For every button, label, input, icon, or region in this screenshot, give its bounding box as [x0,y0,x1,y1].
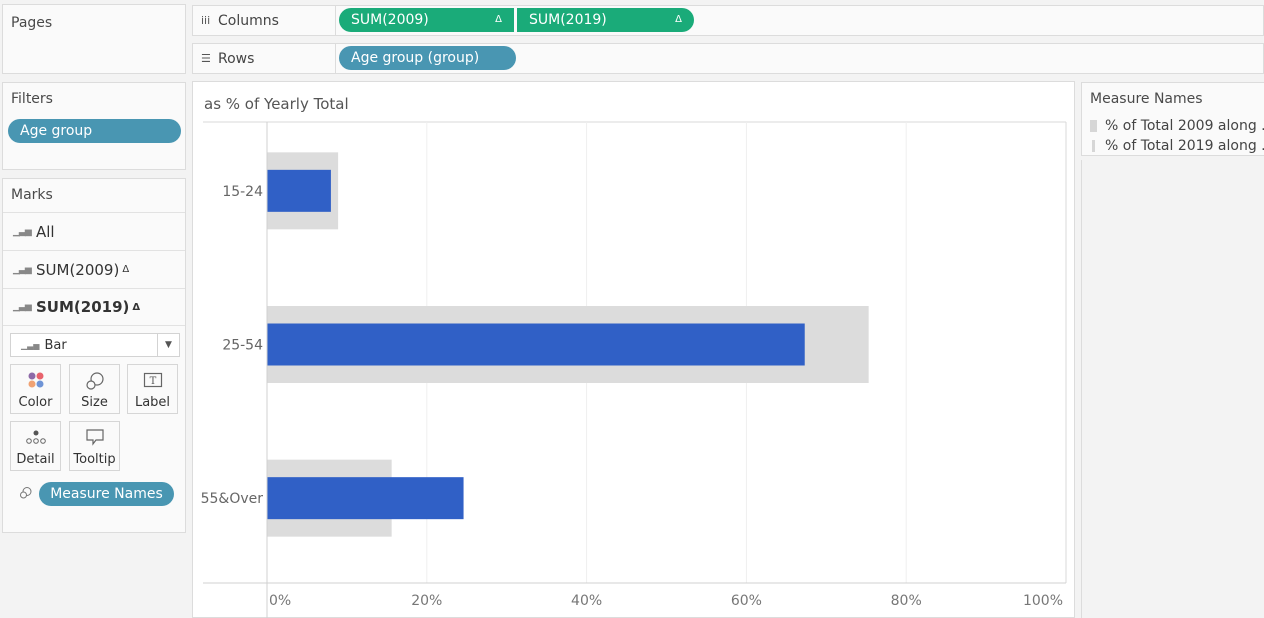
text-label-icon: T [128,371,177,389]
legend-title: Measure Names [1090,91,1203,107]
delta-icon: Δ [122,264,130,275]
legend-label: % of Total 2009 along .. [1105,118,1264,134]
row-pill-age-group[interactable]: Age group (group) [339,46,516,70]
label-button-label: Label [134,395,171,410]
x-tick-label: 20% [411,593,442,609]
y-tick-label: 55&Over [201,491,264,507]
tooltip-icon [70,428,119,446]
pill-label: SUM(2009) [351,12,429,28]
bar-2019-25-54 [267,323,805,366]
rows-shelf-label: ☰ Rows [193,44,336,73]
x-tick-label: 80% [891,593,922,609]
delta-icon: Δ [675,14,682,25]
delta-icon: Δ [495,14,502,25]
legend-swatch [1090,120,1097,132]
x-tick-label: 40% [571,593,602,609]
size-button-label: Size [81,395,108,410]
filters-card: Filters Age group [2,82,186,170]
columns-icon: iii [201,14,211,27]
color-field-row: Measure Names [19,482,174,506]
bar-2019-15-24 [267,169,331,212]
bar-chart-icon: ▁▃▅ [13,264,32,275]
color-button[interactable]: Color [10,364,61,414]
pill-label: Measure Names [50,486,163,502]
y-tick-label: 15-24 [222,184,263,200]
x-tick-label: 100% [1023,593,1063,609]
bar-chart-icon: ▁▃▅ [13,302,32,312]
detail-button-label: Detail [16,452,55,467]
chevron-down-icon[interactable]: ▼ [157,334,179,356]
color-palette-icon [11,371,60,389]
rows-shelf[interactable]: ☰ Rows Age group (group) [192,43,1264,74]
chart-card: as % of Yearly Total 15-24 25-54 55&Over 0%… [192,81,1075,618]
rows-icon: ☰ [201,52,211,65]
svg-text:T: T [149,376,156,387]
right-panel-background [1081,160,1264,618]
filter-pill-age-group[interactable]: Age group [8,119,181,143]
marks-tab-all[interactable]: ▁▃▅ All [3,212,185,250]
measure-names-pill[interactable]: Measure Names [39,482,174,506]
filters-title: Filters [11,91,53,107]
detail-button[interactable]: Detail [10,421,61,471]
size-icon [70,371,119,391]
size-button[interactable]: Size [69,364,120,414]
marks-tab-sum-2009[interactable]: ▁▃▅ SUM(2009) Δ [3,250,185,288]
pill-label: SUM(2019) [529,12,607,28]
column-pill-sum-2009[interactable]: SUM(2009) Δ [339,8,514,32]
bar-chart-icon: ▁▃▅ [21,340,40,350]
marks-card: Marks ▁▃▅ All ▁▃▅ SUM(2009) Δ ▁▃▅ SUM(20… [2,178,186,533]
legend-swatch [1092,140,1095,152]
tooltip-button-label: Tooltip [73,452,116,467]
legend-item-2009[interactable]: % of Total 2009 along .. [1090,118,1264,134]
tooltip-button[interactable]: Tooltip [69,421,120,471]
color-encoding-icon [19,485,39,504]
color-button-label: Color [18,395,53,410]
columns-label: Columns [218,12,279,29]
pages-title: Pages [11,15,53,31]
y-tick-label: 25-54 [222,338,263,354]
pages-card: Pages [2,4,186,74]
marks-title: Marks [11,187,53,203]
mark-type-dropdown[interactable]: ▁▃▅ Bar ▼ [10,333,180,357]
column-pill-sum-2019[interactable]: SUM(2019) Δ [517,8,694,32]
marks-tab-label: SUM(2019) [36,298,130,316]
mark-type-value: Bar [44,337,67,353]
bar-chart-icon: ▁▃▅ [13,226,32,237]
legend-card: Measure Names % of Total 2009 along .. %… [1081,82,1264,156]
detail-icon [11,428,60,446]
bar-2019-55-over [267,477,464,520]
legend-label: % of Total 2019 along .. [1105,138,1264,154]
rows-label: Rows [218,50,255,67]
label-button[interactable]: T Label [127,364,178,414]
bar-chart: 15-24 25-54 55&Over 0% 20% 40% 60% 80% 100% [201,121,1067,618]
columns-shelf[interactable]: iii Columns SUM(2009) Δ SUM(2019) Δ [192,5,1264,36]
marks-tab-sum-2019[interactable]: ▁▃▅ SUM(2019) Δ [3,288,185,326]
marks-tab-label: All [36,222,55,241]
x-tick-label: 60% [731,593,762,609]
pill-label: Age group (group) [351,50,480,66]
pill-label: Age group [20,123,93,139]
x-tick-label: 0% [269,593,291,609]
columns-shelf-label: iii Columns [193,6,336,35]
delta-icon: Δ [132,301,141,313]
legend-item-2019[interactable]: % of Total 2019 along .. [1090,138,1264,154]
marks-tab-label: SUM(2009) [36,260,120,279]
